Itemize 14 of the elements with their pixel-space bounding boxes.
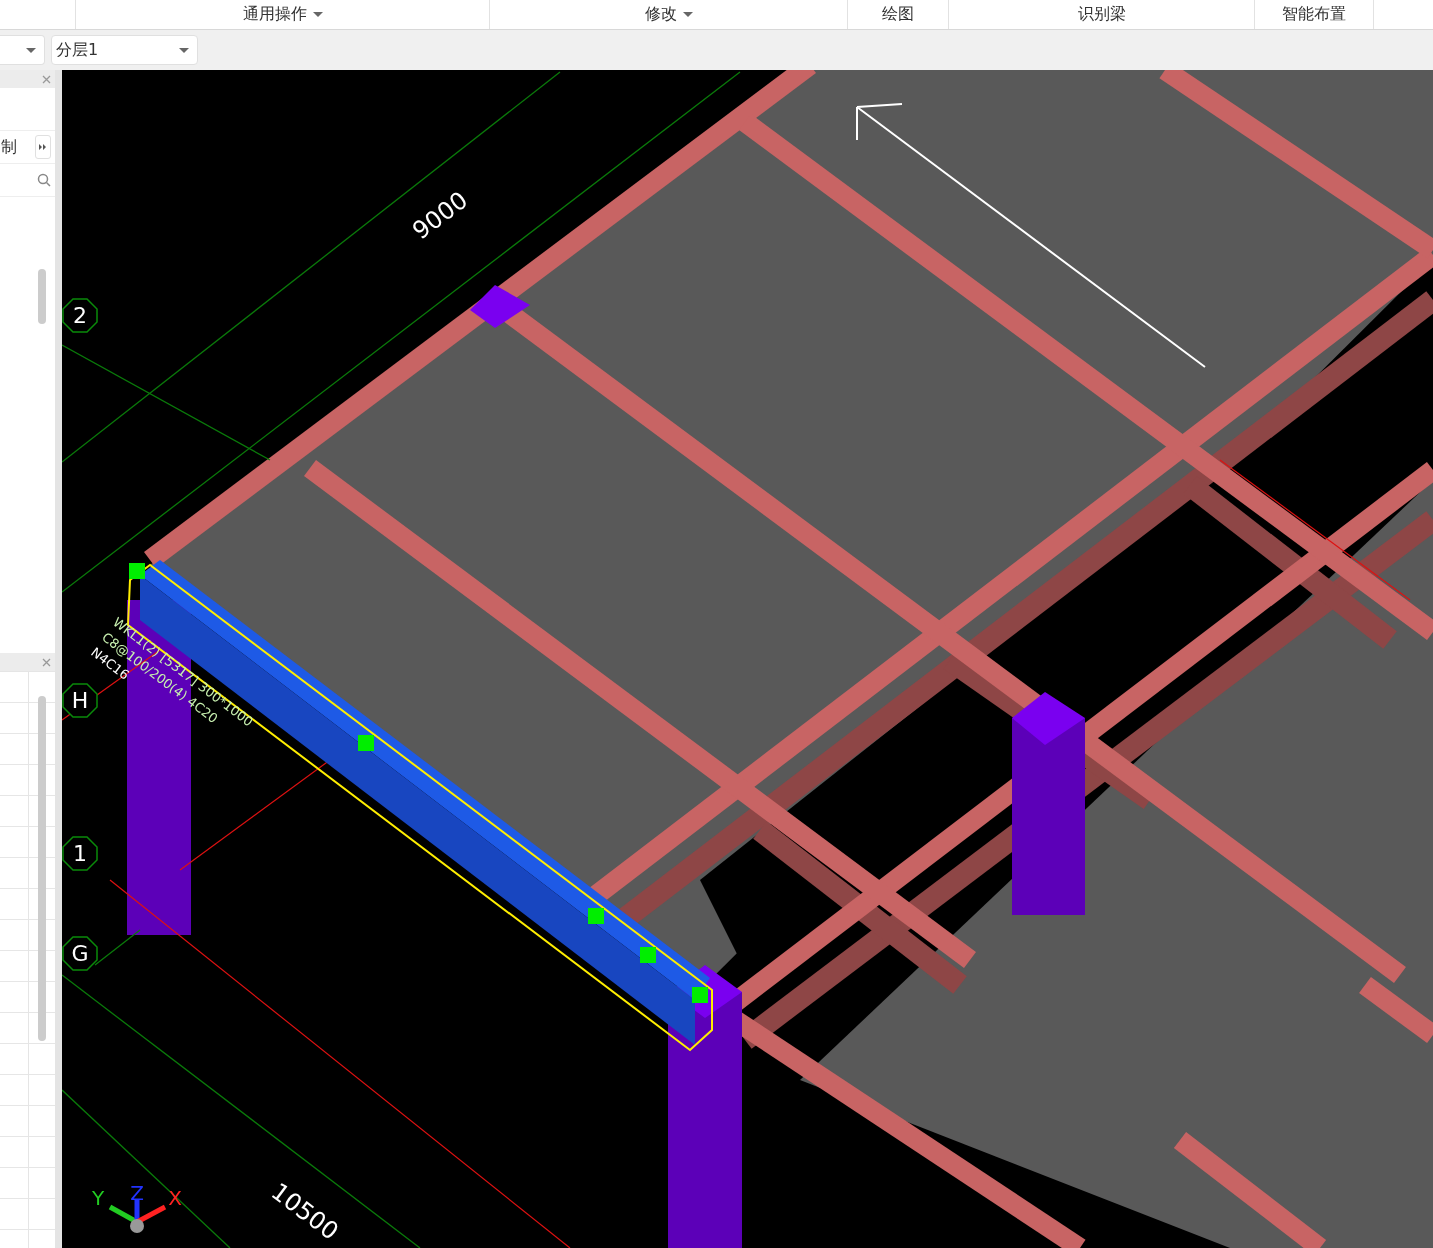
ribbon-group-button[interactable]: 修改	[490, 0, 848, 29]
ribbon-group-button[interactable]: 绘图	[848, 0, 949, 29]
axis-label: 1	[62, 836, 98, 871]
layer-dropdown[interactable]: 分层1	[51, 35, 198, 65]
axis-label: G	[62, 936, 98, 971]
axis-triad-label: Y	[91, 1186, 105, 1210]
ribbon-group-button[interactable]: 智能布置	[1255, 0, 1374, 29]
ribbon-group-button[interactable]: 通用操作	[76, 0, 490, 29]
axis-triad-label: X	[168, 1186, 182, 1210]
axis-triad-label: Z	[130, 1181, 144, 1205]
axis-label: H	[62, 683, 98, 718]
ribbon-group-button[interactable]: 识别梁	[949, 0, 1255, 29]
panel-label: 制	[1, 136, 17, 158]
axis-label: 2	[62, 298, 98, 333]
